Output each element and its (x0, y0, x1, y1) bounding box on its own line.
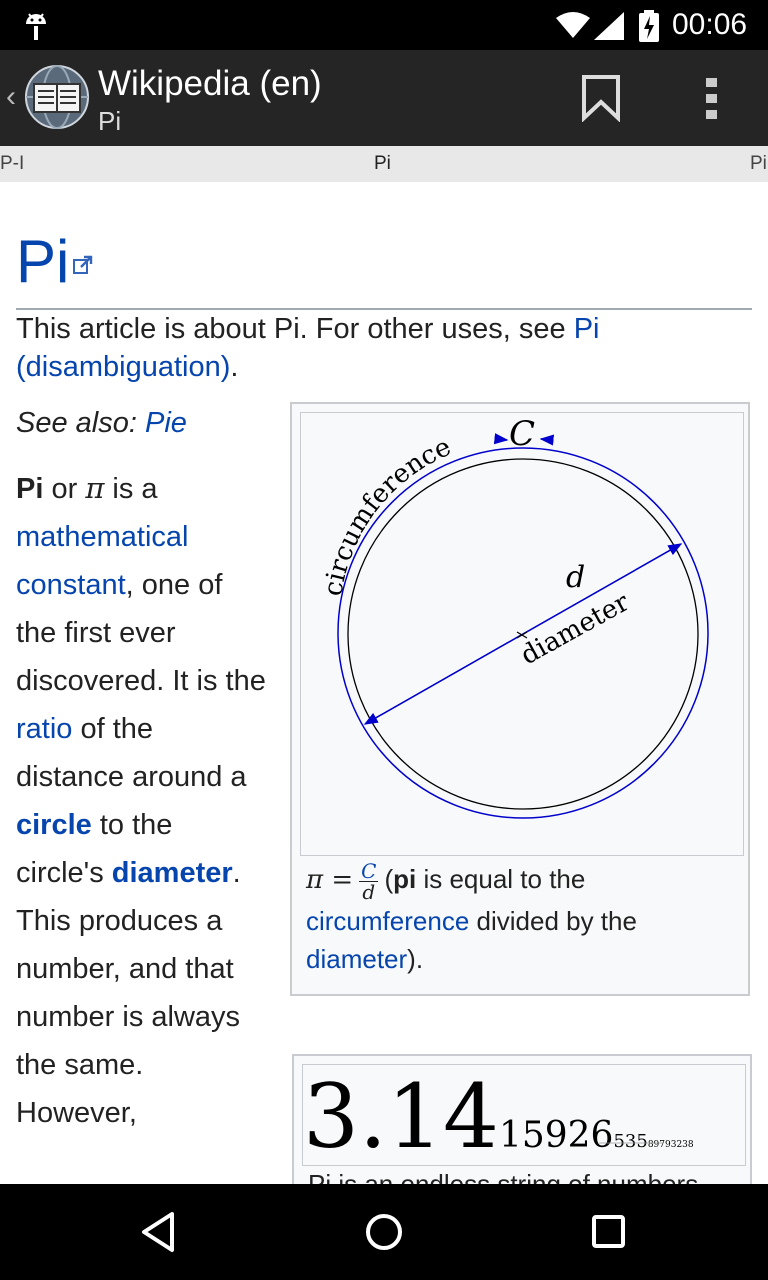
wifi-icon (556, 12, 590, 38)
page-subtitle: Pi (98, 106, 122, 136)
caption-text: is equal to the (416, 864, 586, 894)
circumference-arrow-left (493, 433, 509, 445)
label-d: d (566, 560, 585, 595)
circle-diagram: C d circumference diameter (318, 414, 709, 819)
circle-figure: C d circumference diameter π = Cd (pi is e… (290, 402, 750, 996)
tab-current[interactable]: Pi (374, 153, 391, 175)
pi-digits-graphic: 3.141592653589793238 (303, 1065, 694, 1168)
pie-link[interactable]: Pie (145, 407, 187, 439)
formula-fraction: Cd (359, 858, 379, 904)
page-title: Pi (16, 228, 70, 295)
pi-digits-caption: Pi is an endless string of numbers (308, 1169, 699, 1184)
label-circumference: circumference (318, 432, 455, 598)
caption-text: ). (407, 943, 424, 974)
up-chevron-icon[interactable]: ‹ (6, 80, 16, 114)
ratio-link[interactable]: ratio (16, 713, 72, 745)
fraction-numerator: C (359, 858, 379, 883)
lead-text: . This produces a number, and that numbe… (16, 857, 241, 1129)
lead-text: is a (104, 473, 158, 505)
term-pi: Pi (16, 473, 44, 505)
status-bar: 00:06 (0, 0, 768, 50)
tab-previous[interactable]: P-I (0, 153, 24, 175)
see-also: See also: Pie (16, 404, 187, 442)
center-mark (516, 631, 528, 639)
android-debug-icon (26, 13, 46, 40)
tab-next[interactable]: Pi (750, 153, 767, 175)
hatnote-end: . (230, 351, 239, 383)
caption-bold-pi: pi (393, 864, 417, 894)
formula-lhs: π = (306, 865, 354, 895)
circle-link[interactable]: circle (16, 809, 92, 841)
overflow-menu-icon[interactable] (700, 74, 724, 124)
diameter-link[interactable]: diameter (112, 857, 233, 889)
caption-diameter-link[interactable]: diameter (306, 944, 407, 974)
caption-text: divided by the (469, 905, 637, 936)
battery-charging-icon (639, 10, 659, 42)
lead-text: or (43, 473, 86, 505)
label-diameter: diameter (516, 587, 635, 671)
circumference-arrow-right (539, 434, 555, 446)
label-c: C (509, 414, 535, 454)
app-title: Wikipedia (en) (98, 64, 322, 103)
external-link-icon[interactable] (72, 254, 94, 276)
hatnote-text: This article is about Pi. For other uses… (16, 313, 574, 345)
article-content: Pi This article is about Pi. For other u… (0, 182, 768, 1184)
action-bar: ‹ Wikipedia (en) Pi (0, 50, 768, 146)
circumference-circle (337, 447, 709, 819)
caption-paren: ( (384, 864, 394, 894)
pi-digits-figure: 3.141592653589793238 Pi is an endless st… (292, 1054, 752, 1184)
wikipedia-globe-icon[interactable] (24, 64, 90, 130)
signal-icon (594, 12, 624, 40)
circumference-link[interactable]: circumference (306, 906, 469, 936)
pi-digits-image[interactable]: 3.141592653589793238 (302, 1064, 746, 1168)
pi-digits-text: 3.141592653589793238 (303, 1065, 694, 1165)
pi-symbol: π (85, 471, 105, 505)
lead-paragraph: Pi or π is a mathematical constant, one … (16, 464, 266, 1137)
figure-caption: π = Cd (pi is equal to the circumference d… (306, 860, 736, 978)
home-circle-icon[interactable] (360, 1210, 408, 1254)
see-also-label: See also: (16, 407, 145, 439)
back-triangle-icon[interactable] (136, 1210, 184, 1254)
bookmark-icon[interactable] (578, 74, 624, 122)
navigation-bar (0, 1184, 768, 1280)
recents-square-icon[interactable] (584, 1210, 632, 1254)
circle-diagram-image[interactable]: C d circumference diameter (300, 412, 744, 856)
page-tab-strip: P-I Pi Pi (0, 146, 768, 182)
hatnote: This article is about Pi. For other uses… (16, 310, 736, 386)
clock: 00:06 (672, 8, 748, 41)
fraction-denominator: d (362, 879, 376, 904)
